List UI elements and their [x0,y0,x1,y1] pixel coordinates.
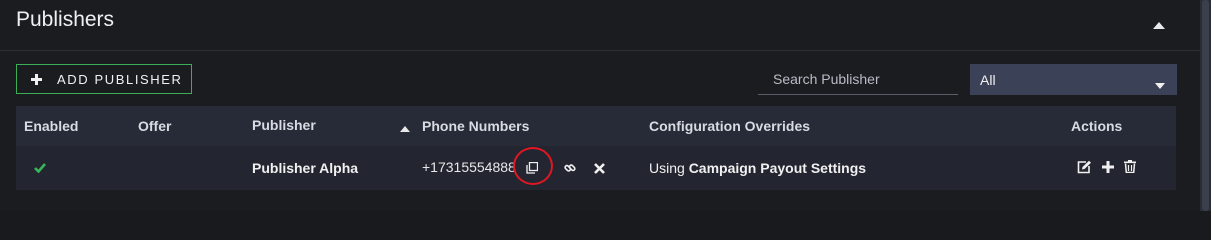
add-publisher-row-button[interactable] [1102,160,1114,176]
column-header-configuration-overrides[interactable]: Configuration Overrides [641,106,1063,146]
table-row: Publisher Alpha +17315554888 Using Campa… [16,146,1176,190]
chevron-up-icon [1153,21,1165,29]
panel-title: Publishers [16,8,115,31]
publishers-table: Enabled Offer Publisher Phone Numbers Co… [16,106,1176,190]
column-header-publisher[interactable]: Publisher [244,106,414,146]
add-publisher-label: ADD PUBLISHER [57,71,183,87]
collapse-panel-button[interactable] [1152,20,1166,30]
config-value: Campaign Payout Settings [688,160,867,176]
actions-cell [1063,146,1176,190]
header-divider [0,50,1200,51]
configuration-overrides-cell: Using Campaign Payout Settings [641,146,1063,190]
close-icon [593,161,605,177]
scrollbar[interactable] [1200,0,1211,211]
column-header-actions: Actions [1071,118,1123,134]
caret-down-icon [1155,76,1165,92]
search-publisher-input[interactable] [758,64,958,95]
table-header-row: Enabled Offer Publisher Phone Numbers Co… [16,106,1176,146]
delete-publisher-button[interactable] [1124,160,1136,176]
plus-icon [1102,160,1114,176]
filter-selected-value: All [980,71,996,88]
offer-cell [130,146,244,190]
remove-phone-button[interactable] [593,161,605,177]
highlight-ring [512,146,553,185]
link-icon [563,161,576,177]
phone-numbers-cell: +17315554888 [414,146,641,190]
enabled-cell [16,146,130,190]
edit-publisher-button[interactable] [1077,160,1092,177]
publisher-name[interactable]: Publisher Alpha [252,160,358,176]
plus-icon [31,73,42,85]
copy-phone-button[interactable] [512,146,553,185]
add-publisher-button[interactable]: ADD PUBLISHER [16,64,192,94]
column-header-offer[interactable]: Offer [130,106,244,146]
column-header-publisher-label: Publisher [252,117,316,134]
publisher-filter-select[interactable]: All [970,64,1177,95]
link-phone-button[interactable] [563,161,576,177]
publishers-panel: Publishers ADD PUBLISHER All Enabled Off… [0,0,1200,211]
sort-ascending-icon [399,119,410,135]
config-prefix: Using [649,160,685,176]
edit-icon [1077,160,1092,177]
checkmark-icon [24,160,46,177]
phone-number: +17315554888 [422,159,516,176]
trash-icon [1124,160,1136,176]
column-header-enabled[interactable]: Enabled [16,106,130,146]
scrollbar-thumb[interactable] [1202,0,1209,211]
column-header-phone-numbers[interactable]: Phone Numbers [414,106,641,146]
publisher-cell: Publisher Alpha [244,146,414,190]
